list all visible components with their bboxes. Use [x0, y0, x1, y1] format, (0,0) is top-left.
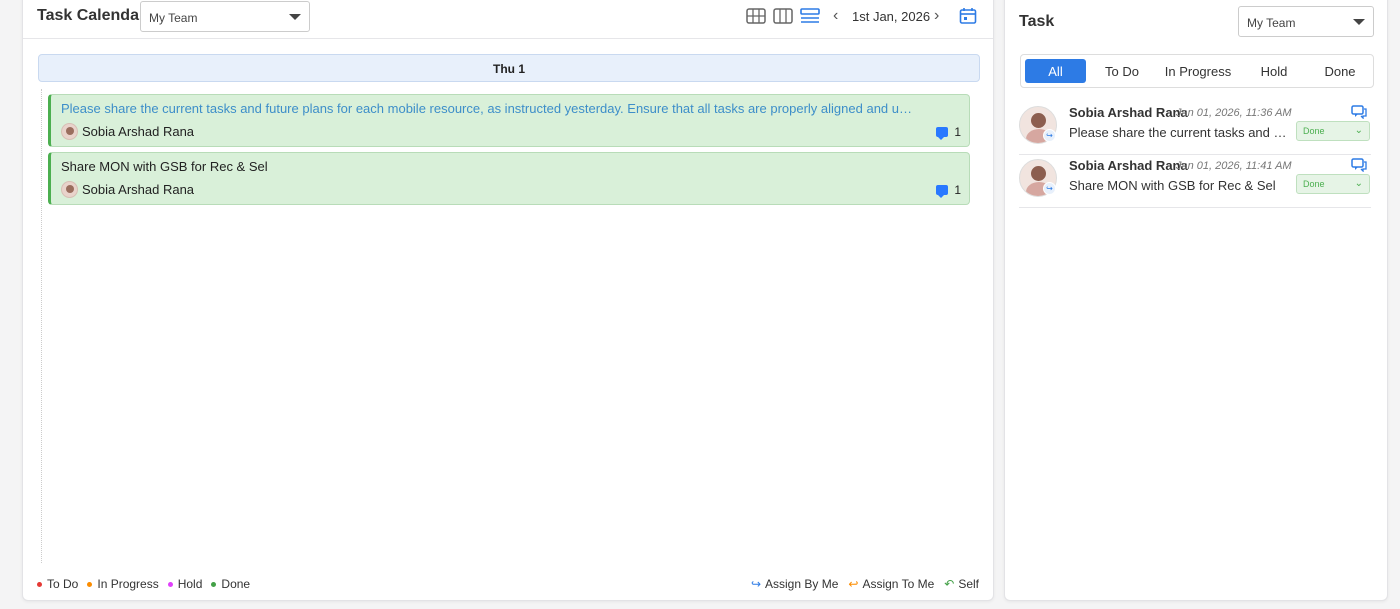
- legend-label: Assign By Me: [765, 577, 839, 591]
- legend-assign-to-me: ↩ Assign To Me: [848, 577, 934, 591]
- legend-label: Hold: [177, 577, 203, 591]
- next-date-chevron-icon[interactable]: ›: [934, 7, 939, 25]
- task-status-select[interactable]: Done ⌄: [1296, 174, 1370, 194]
- task-author-name: Sobia Arshad Rana: [1069, 105, 1188, 120]
- comment-count-value: 1: [954, 183, 961, 197]
- task-author-name: Sobia Arshad Rana: [1069, 158, 1188, 173]
- comment-count[interactable]: 1: [936, 183, 961, 198]
- assign-badge-icon: ↪: [1043, 129, 1056, 142]
- legend-done: Done: [211, 577, 250, 591]
- calendar-picker-icon[interactable]: [959, 7, 977, 25]
- day-view-icon[interactable]: [800, 8, 820, 24]
- day-column-header: Thu 1: [38, 54, 980, 82]
- task-calendar-panel: Task Calendar My Team ‹ 1st Jan, 2026 ›: [22, 0, 994, 601]
- task-summary: Please share the current tasks and futur…: [1069, 125, 1287, 140]
- legend-todo: To Do: [37, 577, 78, 591]
- legend-self: ↶ Self: [944, 577, 979, 591]
- in-progress-dot-icon: [87, 581, 93, 587]
- task-status-value: Done: [1303, 126, 1325, 136]
- current-date-label: 1st Jan, 2026: [852, 9, 931, 24]
- tab-hold[interactable]: Hold: [1243, 59, 1305, 83]
- assign-badge-icon: ↪: [1043, 182, 1056, 195]
- team-select-value: My Team: [1247, 16, 1296, 30]
- team-select[interactable]: My Team: [140, 1, 310, 32]
- tab-todo[interactable]: To Do: [1091, 59, 1153, 83]
- chevron-down-icon: ⌄: [1354, 125, 1363, 136]
- task-summary: Share MON with GSB for Rec & Sel: [1069, 178, 1276, 193]
- legend-label: To Do: [47, 577, 79, 591]
- chat-icon[interactable]: [1351, 158, 1367, 172]
- tab-done[interactable]: Done: [1309, 59, 1371, 83]
- task-timestamp: Jan 01, 2026, 11:41 AM: [1176, 160, 1292, 172]
- task-status-select[interactable]: Done ⌄: [1296, 121, 1370, 141]
- task-card-title: Share MON with GSB for Rec & Sel: [61, 159, 268, 174]
- status-filter-tabs: All To Do In Progress Hold Done: [1020, 54, 1374, 88]
- assignment-legend: ↪ Assign By Me ↩ Assign To Me ↶ Self: [741, 577, 979, 591]
- week-view-icon[interactable]: [773, 8, 793, 24]
- avatar: [61, 181, 78, 198]
- assign-by-me-arrow-icon: ↪: [750, 577, 762, 591]
- task-timestamp: Jan 01, 2026, 11:36 AM: [1176, 107, 1292, 119]
- legend-label: Done: [221, 577, 251, 591]
- done-dot-icon: [211, 581, 217, 587]
- legend-label: Self: [958, 577, 979, 591]
- task-list-panel: Task My Team All To Do In Progress Hold …: [1004, 0, 1388, 601]
- avatar: [61, 123, 78, 140]
- self-arrow-icon: ↶: [944, 577, 955, 591]
- task-card[interactable]: Share MON with GSB for Rec & Sel Sobia A…: [48, 152, 970, 205]
- task-card-assignee: Sobia Arshad Rana: [61, 123, 194, 140]
- task-status-value: Done: [1303, 179, 1325, 189]
- comment-icon: [936, 185, 949, 198]
- prev-date-chevron-icon[interactable]: ‹: [833, 7, 838, 25]
- task-team-select[interactable]: My Team: [1238, 6, 1374, 37]
- hold-dot-icon: [167, 581, 173, 587]
- tab-in-progress[interactable]: In Progress: [1157, 59, 1239, 83]
- chevron-down-icon: ⌄: [1354, 178, 1363, 189]
- calendar-title: Task Calendar: [37, 7, 146, 24]
- task-panel-title: Task: [1019, 13, 1055, 30]
- comment-count-value: 1: [954, 125, 961, 139]
- legend-assign-by-me: ↪ Assign By Me: [751, 577, 838, 591]
- assignee-name: Sobia Arshad Rana: [82, 182, 195, 197]
- task-list-item[interactable]: ↪ Sobia Arshad Rana Jan 01, 2026, 11:36 …: [1019, 103, 1371, 155]
- legend-in-progress: In Progress: [87, 577, 159, 591]
- task-list-item[interactable]: ↪ Sobia Arshad Rana Jan 01, 2026, 11:41 …: [1019, 156, 1371, 208]
- legend-label: Assign To Me: [862, 577, 935, 591]
- caret-down-icon: [1353, 19, 1365, 25]
- todo-dot-icon: [37, 581, 42, 587]
- comment-icon: [936, 127, 949, 140]
- month-view-icon[interactable]: [746, 8, 766, 24]
- calendar-header: Task Calendar My Team ‹ 1st Jan, 2026 ›: [23, 1, 993, 39]
- task-card[interactable]: Please share the current tasks and futur…: [48, 94, 970, 147]
- legend-hold: Hold: [167, 577, 203, 591]
- caret-down-icon: [289, 14, 301, 20]
- team-select-value: My Team: [149, 11, 198, 25]
- task-card-assignee: Sobia Arshad Rana: [61, 181, 194, 198]
- assignee-name: Sobia Arshad Rana: [82, 124, 195, 139]
- assign-to-me-arrow-icon: ↩: [848, 577, 859, 591]
- tab-all[interactable]: All: [1025, 59, 1086, 83]
- chat-icon[interactable]: [1351, 105, 1367, 119]
- legend-label: In Progress: [97, 577, 159, 591]
- comment-count[interactable]: 1: [936, 125, 961, 140]
- status-legend: To Do In Progress Hold Done: [37, 577, 259, 591]
- task-card-title: Please share the current tasks and futur…: [61, 101, 919, 116]
